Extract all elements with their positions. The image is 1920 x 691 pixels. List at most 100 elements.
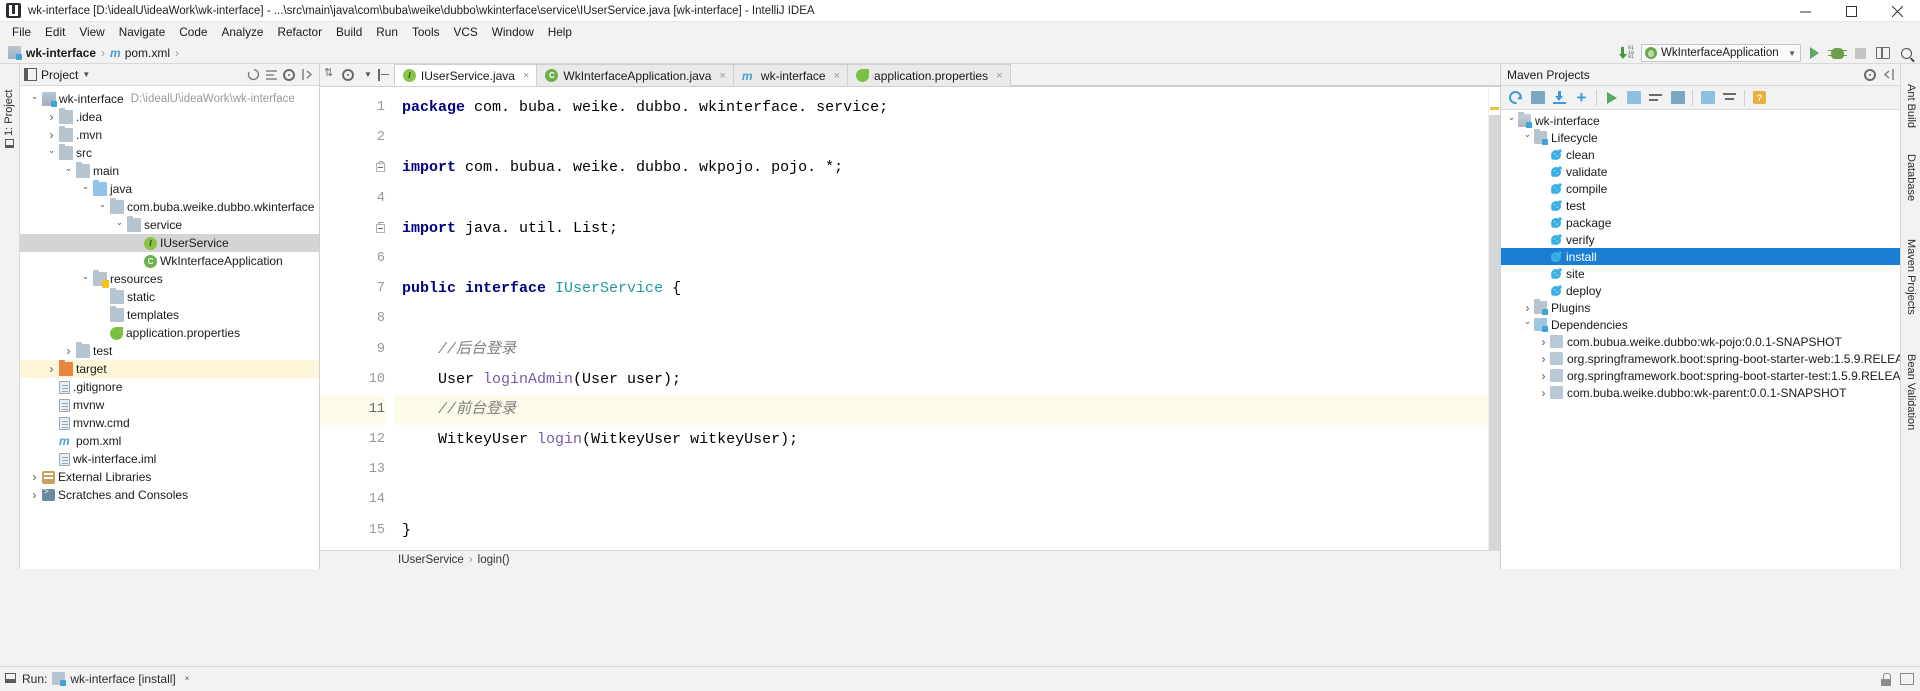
project-tree-row[interactable]: wk-interface D:\idealU\ideaWork\wk-interf… [20, 90, 319, 108]
close-icon[interactable]: × [719, 70, 725, 82]
code-line[interactable]: User loginAdmin(User user); [394, 365, 1488, 395]
scroll-to-source-icon[interactable] [377, 68, 390, 81]
chevron-right-icon[interactable] [28, 470, 41, 484]
marker-bar[interactable] [1488, 87, 1500, 550]
layout-button[interactable] [1873, 43, 1893, 63]
download-sources-icon[interactable] [1549, 88, 1570, 108]
project-tree-row[interactable]: m pom.xml [20, 432, 319, 450]
run-maven-build-icon[interactable] [1601, 88, 1622, 108]
hide-panel-button[interactable] [299, 67, 315, 83]
toggle-tool-windows-button[interactable] [0, 666, 20, 690]
breadcrumb-class[interactable]: IUserService [398, 554, 464, 566]
maven-tree-row[interactable]: package [1501, 214, 1900, 231]
close-button[interactable] [1874, 0, 1920, 22]
code-line[interactable] [394, 304, 1488, 334]
project-tree-row[interactable]: com.buba.weike.dubbo.wkinterface [20, 198, 319, 216]
menu-run[interactable]: Run [369, 23, 405, 41]
menu-edit[interactable]: Edit [38, 23, 72, 41]
code-fold-icon[interactable] [376, 223, 385, 233]
code-line[interactable] [394, 123, 1488, 153]
project-tree-row[interactable]: .gitignore [20, 378, 319, 396]
maven-tree-row[interactable]: Plugins [1501, 299, 1900, 316]
sidebar-item-bean-validation[interactable]: Bean Validation [1905, 354, 1917, 430]
chevron-right-icon[interactable] [1537, 369, 1550, 383]
project-tree-row[interactable]: External Libraries [20, 468, 319, 486]
editor-tab[interactable]: application.properties × [847, 64, 1011, 86]
chevron-down-icon[interactable] [96, 202, 109, 213]
sidebar-item-project[interactable]: 1: Project [3, 90, 15, 148]
maven-tree-row[interactable]: com.buba.weike.dubbo:wk-parent:0.0.1-SNA… [1501, 384, 1900, 401]
code-line[interactable] [394, 184, 1488, 214]
maven-tree-row[interactable]: wk-interface [1501, 112, 1900, 129]
maven-tree-row[interactable]: org.springframework.boot:spring-boot-sta… [1501, 350, 1900, 367]
project-tree-row[interactable]: target [20, 360, 319, 378]
menu-tools[interactable]: Tools [405, 23, 447, 41]
chevron-right-icon[interactable] [28, 488, 41, 502]
project-tree-row[interactable]: mvnw [20, 396, 319, 414]
generate-sources-icon[interactable] [1527, 88, 1548, 108]
chevron-down-icon-project[interactable]: ▼ [82, 70, 90, 79]
maven-tree-row[interactable]: test [1501, 197, 1900, 214]
lock-icon[interactable] [1880, 672, 1892, 686]
menu-view[interactable]: View [72, 23, 111, 41]
maven-tree-row[interactable]: validate [1501, 163, 1900, 180]
maven-tree[interactable]: wk-interface Lifecycle clean validate compil… [1501, 110, 1900, 569]
maven-tree-row[interactable]: Dependencies [1501, 316, 1900, 333]
project-tree-row[interactable]: static [20, 288, 319, 306]
project-tree-row[interactable]: application.properties [20, 324, 319, 342]
sidebar-item-maven-projects[interactable]: Maven Projects [1905, 239, 1917, 315]
chevron-down-icon[interactable] [45, 148, 58, 159]
menu-window[interactable]: Window [485, 23, 541, 41]
chevron-down-icon[interactable] [28, 94, 41, 105]
line-number-gutter[interactable]: 123456789101112131415 [320, 87, 394, 550]
maven-tree-row[interactable]: com.bubua.weike.dubbo:wk-pojo:0.0.1-SNAP… [1501, 333, 1900, 350]
minimize-button[interactable] [1782, 0, 1828, 22]
project-tree-row[interactable]: resources [20, 270, 319, 288]
collapse-all-button[interactable] [245, 67, 261, 83]
download-sources-icon[interactable]: 01 10 01 [1618, 43, 1638, 63]
maven-tree-row[interactable]: deploy [1501, 282, 1900, 299]
code-line[interactable]: import java. util. List; [394, 214, 1488, 244]
chevron-right-icon[interactable] [45, 362, 58, 376]
maven-tree-row[interactable]: install [1501, 248, 1900, 265]
close-run-tab-icon[interactable]: × [185, 674, 190, 683]
project-tree-row[interactable]: java [20, 180, 319, 198]
menu-code[interactable]: Code [172, 23, 214, 41]
execute-goal-icon[interactable] [1623, 88, 1644, 108]
menu-vcs[interactable]: VCS [446, 23, 484, 41]
maven-tree-row[interactable]: clean [1501, 146, 1900, 163]
close-icon[interactable]: × [996, 70, 1002, 82]
code-line[interactable] [394, 244, 1488, 274]
maven-tree-row[interactable]: org.springframework.boot:spring-boot-sta… [1501, 367, 1900, 384]
code-fold-icon[interactable] [376, 163, 385, 173]
chevron-right-icon[interactable] [45, 110, 58, 124]
chevron-down-icon-editor[interactable]: ▼ [364, 70, 372, 79]
menu-help[interactable]: Help [541, 23, 579, 41]
project-tree-row[interactable]: service [20, 216, 319, 234]
debug-button[interactable] [1827, 43, 1847, 63]
code-editor[interactable]: 123456789101112131415 package com. buba.… [320, 87, 1500, 550]
gear-icon-editor[interactable] [342, 68, 354, 81]
toggle-offline-icon[interactable] [1667, 88, 1688, 108]
chevron-down-icon[interactable] [1521, 319, 1534, 330]
run-configuration-selector[interactable]: WkInterfaceApplication ▼ [1641, 44, 1801, 62]
add-maven-project-icon[interactable]: + [1571, 88, 1592, 108]
collapse-all-icon[interactable] [1719, 88, 1740, 108]
search-icon[interactable] [1896, 43, 1916, 63]
maven-hide-button[interactable] [1880, 67, 1896, 83]
project-tree-row[interactable]: main [20, 162, 319, 180]
toggle-skip-tests-icon[interactable] [1645, 88, 1666, 108]
project-tree[interactable]: wk-interface D:\idealU\ideaWork\wk-interf… [20, 86, 319, 569]
settings-gear-icon[interactable] [281, 67, 297, 83]
chevron-right-icon[interactable] [62, 344, 75, 358]
source-code[interactable]: package com. buba. weike. dubbo. wkinter… [394, 87, 1488, 550]
menu-refactor[interactable]: Refactor [270, 23, 329, 41]
menu-build[interactable]: Build [329, 23, 369, 41]
editor-tab[interactable]: C WkInterfaceApplication.java × [536, 64, 734, 86]
maven-settings-gear-icon[interactable] [1862, 67, 1878, 83]
code-line[interactable]: package com. buba. weike. dubbo. wkinter… [394, 93, 1488, 123]
project-tree-row[interactable]: .idea [20, 108, 319, 126]
code-line[interactable]: //前台登录 [394, 394, 1488, 426]
chevron-down-icon[interactable] [113, 220, 126, 231]
chevron-right-icon[interactable] [1537, 335, 1550, 349]
